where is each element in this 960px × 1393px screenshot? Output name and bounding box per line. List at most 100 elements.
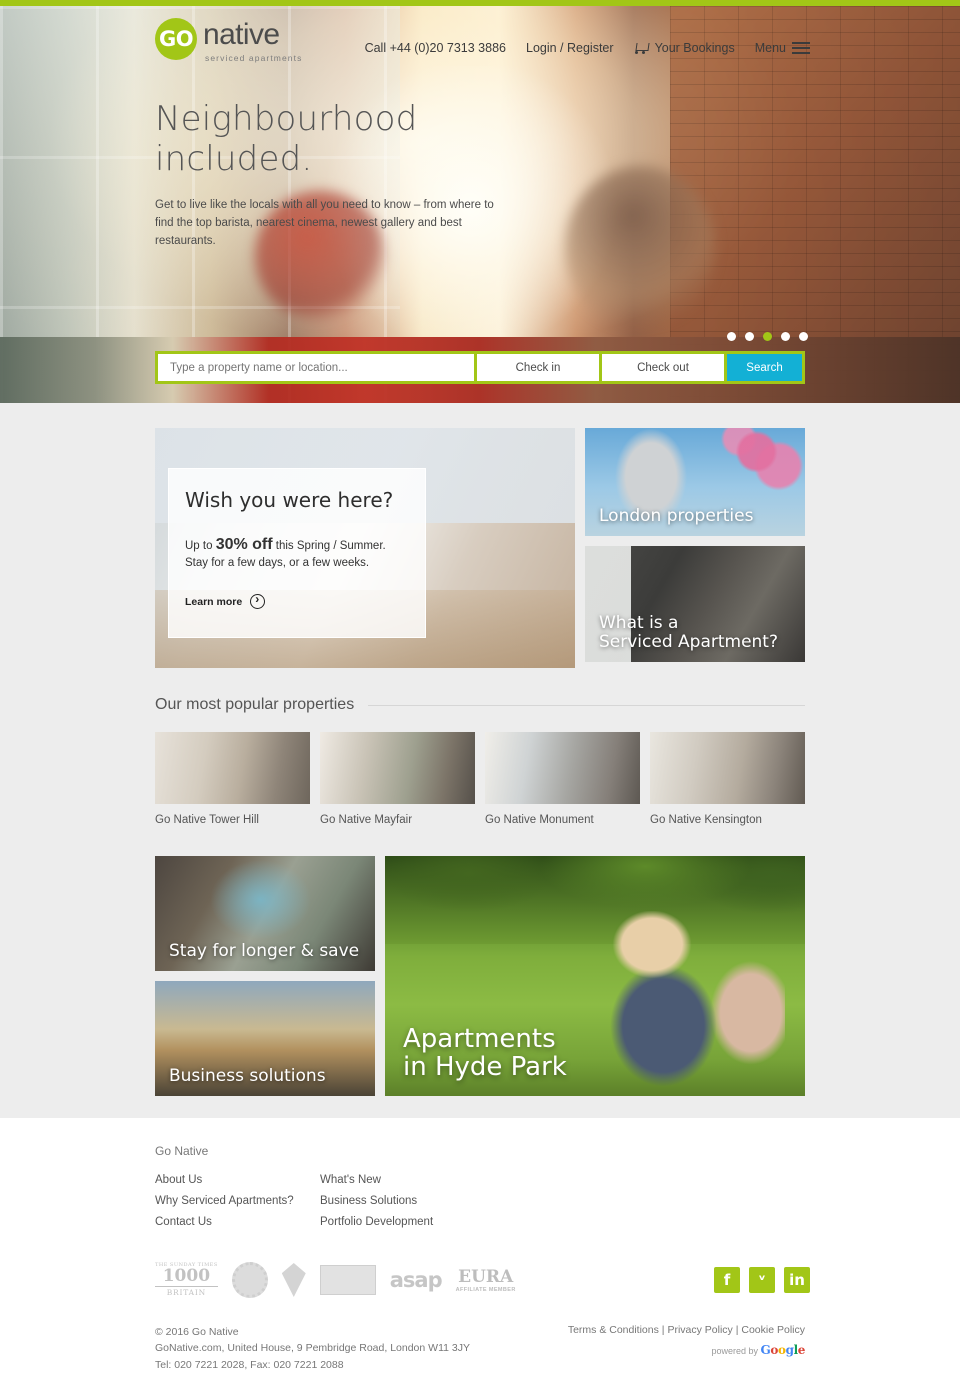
header-nav: Call +44 (0)20 7313 3886 Login / Registe…	[365, 39, 810, 57]
footer-link-whats-new[interactable]: What's New	[320, 1174, 485, 1186]
linkedin-icon[interactable]: in	[784, 1267, 810, 1293]
search-input[interactable]	[158, 354, 474, 381]
tile-sa-line1: What is a	[599, 612, 679, 633]
tile-hyde-line2: in Hyde Park	[403, 1052, 567, 1083]
search-button[interactable]: Search	[724, 354, 802, 381]
promo-row: Wish you were here? Up to 30% off this S…	[155, 428, 805, 668]
footer-legal-right: Terms & Conditions | Privacy Policy | Co…	[568, 1324, 806, 1373]
link-separator: |	[661, 1324, 665, 1336]
main-content: Wish you were here? Up to 30% off this S…	[0, 403, 960, 1118]
footer-link-why-serviced-apartments[interactable]: Why Serviced Apartments?	[155, 1195, 320, 1207]
hero-banner: GO native serviced apartments Call +44 (…	[0, 6, 960, 403]
powered-by-google: powered by Google	[568, 1343, 805, 1357]
promo-offer-post: this Spring / Summer.	[272, 540, 386, 552]
tile-sa-line2: Serviced Apartment?	[599, 631, 778, 652]
property-card[interactable]: Go Native Mayfair	[320, 732, 475, 826]
hero-person-right	[565, 166, 715, 331]
property-card[interactable]: Go Native Tower Hill	[155, 732, 310, 826]
tile-business-label: Business solutions	[169, 1065, 326, 1086]
promo-offer-line: Up to 30% off this Spring / Summer.	[185, 536, 409, 554]
login-register-link[interactable]: Login / Register	[526, 41, 614, 55]
footer-link-contact-us[interactable]: Contact Us	[155, 1216, 320, 1228]
twitter-icon[interactable]: ᵛ	[749, 1267, 775, 1293]
footer-copyright: © 2016 Go Native	[155, 1326, 239, 1338]
your-bookings-link[interactable]: Your Bookings	[634, 41, 735, 55]
promo-side-tiles: London properties What is a Serviced Apa…	[585, 428, 805, 668]
terms-link[interactable]: Terms & Conditions	[568, 1324, 659, 1336]
tile-hyde-label: Apartments in Hyde Park	[403, 1025, 567, 1082]
privacy-link[interactable]: Privacy Policy	[667, 1324, 732, 1336]
badge-1000-number: 1000	[155, 1268, 218, 1288]
footer-company-info: © 2016 Go Native GoNative.com, United Ho…	[155, 1324, 470, 1373]
popular-section-title: Our most popular properties	[155, 696, 355, 713]
cookie-link[interactable]: Cookie Policy	[741, 1324, 805, 1336]
badge-seal-icon	[231, 1262, 268, 1298]
property-name: Go Native Monument	[485, 814, 594, 826]
social-links: f ᵛ in	[714, 1267, 810, 1293]
feature-tiles-row: Stay for longer & save Business solution…	[155, 856, 805, 1096]
carousel-dots[interactable]	[727, 332, 808, 341]
property-card[interactable]: Go Native Kensington	[650, 732, 805, 826]
footer-column-2: What's New Business Solutions Portfolio …	[320, 1174, 485, 1228]
powered-by-label: powered by	[711, 1346, 758, 1356]
footer-column-1: About Us Why Serviced Apartments? Contac…	[155, 1174, 320, 1228]
hero-subtitle: Get to live like the locals with all you…	[155, 199, 494, 247]
property-card[interactable]: Go Native Monument	[485, 732, 640, 826]
footer-title: Go Native	[155, 1144, 209, 1158]
carousel-dot[interactable]	[727, 332, 736, 341]
site-logo[interactable]: GO native serviced apartments	[155, 18, 302, 63]
logo-wordmark: native	[203, 18, 280, 51]
hamburger-icon	[792, 39, 810, 57]
menu-button[interactable]: Menu	[755, 39, 810, 57]
link-separator: |	[735, 1324, 739, 1336]
footer-link-about-us[interactable]: About Us	[155, 1174, 320, 1186]
footer-phone: Tel: 020 7221 2028, Fax: 020 7221 2088	[155, 1358, 344, 1371]
learn-more-button[interactable]: Learn more	[185, 592, 409, 609]
carousel-dot[interactable]	[745, 332, 754, 341]
popular-properties-list: Go Native Tower Hill Go Native Mayfair G…	[155, 732, 805, 826]
hero-copy: Neighbourhood included. Get to live like…	[155, 99, 585, 250]
carousel-dot[interactable]	[799, 332, 808, 341]
promo-panel: Wish you were here? Up to 30% off this S…	[168, 468, 426, 638]
footer-accreditation-badges: THE SUNDAY TIMES 1000 BRITAIN asap EURA …	[155, 1262, 810, 1298]
footer-legal: © 2016 Go Native GoNative.com, United Ho…	[155, 1324, 805, 1393]
tile-serviced-apartment-label: What is a Serviced Apartment?	[599, 612, 778, 652]
arrow-right-icon	[250, 592, 266, 609]
tile-stay-label: Stay for longer & save	[169, 940, 360, 961]
checkin-field[interactable]: Check in	[474, 354, 599, 381]
tile-stay-for-longer[interactable]: Stay for longer & save	[155, 856, 375, 971]
footer-link-columns: About Us Why Serviced Apartments? Contac…	[155, 1174, 805, 1228]
header-phone: Call +44 (0)20 7313 3886	[364, 40, 506, 55]
tile-hyde-park[interactable]: Apartments in Hyde Park	[385, 856, 805, 1096]
facebook-icon[interactable]: f	[714, 1267, 740, 1293]
carousel-dot[interactable]	[781, 332, 790, 341]
badge-diamond-icon	[281, 1263, 306, 1297]
section-divider	[368, 704, 805, 706]
learn-more-label: Learn more	[185, 595, 243, 608]
carousel-dot-active[interactable]	[763, 332, 772, 341]
property-thumbnail	[485, 732, 640, 804]
checkout-field[interactable]: Check out	[599, 354, 724, 381]
badge-certificate-icon	[319, 1265, 376, 1295]
property-name: Go Native Tower Hill	[155, 814, 259, 826]
footer-link-portfolio-development[interactable]: Portfolio Development	[320, 1216, 485, 1228]
logo-mark: GO	[155, 18, 197, 60]
cart-icon	[634, 42, 649, 54]
promo-offer-pre: Up to	[185, 540, 216, 552]
property-search-bar: Check in Check out Search	[155, 351, 805, 384]
badge-asap: asap	[389, 1268, 443, 1292]
promo-card-spring-offer[interactable]: Wish you were here? Up to 30% off this S…	[155, 428, 575, 668]
google-logo: Google	[760, 1343, 806, 1357]
hyde-park-cyclists	[595, 911, 785, 1096]
hero-title: Neighbourhood included.	[155, 99, 418, 179]
badge-eura-sub: AFFILIATE MEMBER	[455, 1287, 516, 1293]
tile-london-properties[interactable]: London properties	[585, 428, 805, 536]
tile-what-is-serviced-apartment[interactable]: What is a Serviced Apartment?	[585, 546, 805, 662]
promo-offer-amount: 30% off	[215, 536, 273, 553]
footer-link-business-solutions[interactable]: Business Solutions	[320, 1195, 485, 1207]
your-bookings-label: Your Bookings	[654, 40, 735, 55]
tile-hyde-line1: Apartments	[403, 1023, 556, 1054]
property-thumbnail	[320, 732, 475, 804]
property-name: Go Native Kensington	[650, 814, 762, 826]
tile-business-solutions[interactable]: Business solutions	[155, 981, 375, 1096]
